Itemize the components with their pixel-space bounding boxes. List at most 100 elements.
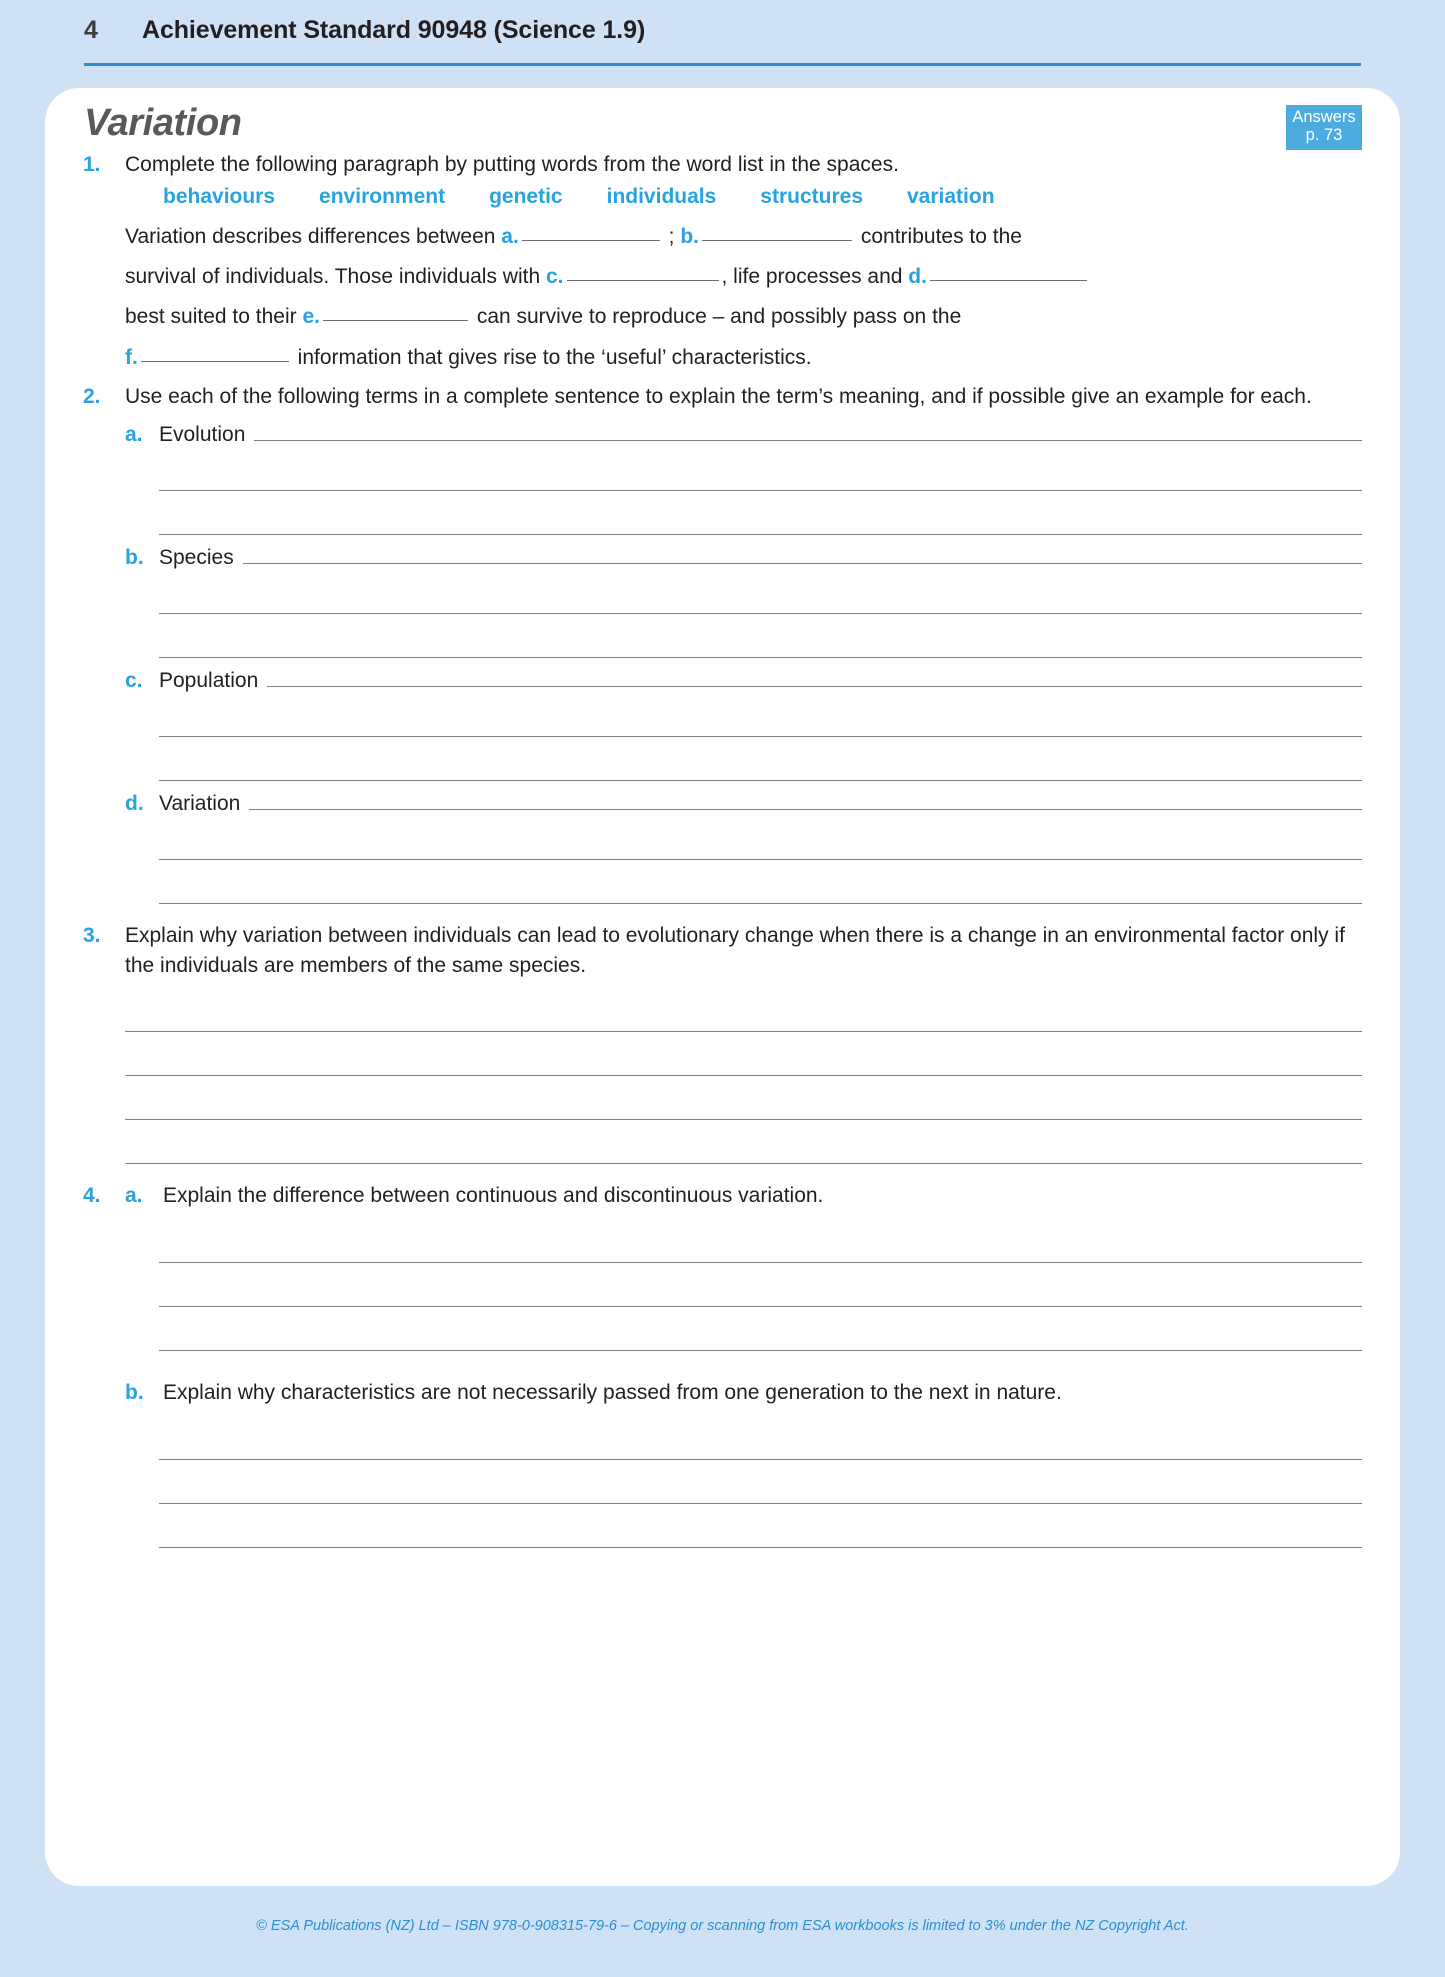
cloze-blank-label-c: c. [546, 265, 564, 289]
answer-line[interactable] [125, 1076, 1362, 1121]
question-3: 3. Explain why variation between individ… [83, 921, 1362, 981]
answer-line[interactable] [159, 860, 1362, 904]
question-2-prompt: Use each of the following terms in a com… [125, 384, 1312, 408]
answer-line[interactable] [159, 693, 1362, 737]
question-4-item-b-letter: b. [125, 1381, 144, 1405]
cloze-text: contributes to the [860, 224, 1022, 248]
question-4-item-a-prompt: Explain the difference between continuou… [163, 1184, 824, 1208]
cloze-blank-a[interactable] [521, 239, 660, 241]
word-list-item: environment [319, 184, 446, 208]
answer-line[interactable] [267, 667, 1362, 687]
subitem-term: Population [159, 668, 259, 692]
word-list-item: genetic [489, 184, 563, 208]
cloze-text: can survive to reproduce – and possibly … [476, 305, 962, 329]
answer-line[interactable] [125, 1032, 1362, 1077]
question-2: 2. Use each of the following terms in a … [83, 382, 1362, 412]
answer-line[interactable] [159, 1460, 1362, 1505]
word-list-item: individuals [606, 184, 717, 208]
subitem-letter: b. [125, 545, 144, 569]
answer-line[interactable] [159, 1263, 1362, 1308]
question-4-number: 4. [83, 1184, 101, 1208]
question-1-number: 1. [83, 152, 101, 176]
answer-line[interactable] [159, 737, 1362, 781]
answer-line[interactable] [242, 544, 1362, 564]
worksheet-panel: Answers p. 73 Variation 1. Complete the … [45, 88, 1400, 1886]
word-list: behaviours environment genetic individua… [83, 185, 1362, 209]
answer-line[interactable] [159, 570, 1362, 614]
answer-line[interactable] [159, 491, 1362, 535]
question-4-item-b: b. Explain why characteristics are not n… [83, 1378, 1362, 1408]
question-1-prompt: Complete the following paragraph by putt… [125, 152, 899, 176]
running-head-rule [84, 63, 1361, 66]
cloze-blank-label-f: f. [125, 345, 138, 369]
subitem-term: Evolution [159, 422, 246, 446]
word-list-item: structures [760, 184, 863, 208]
page-title: Variation [84, 102, 242, 144]
question-2-item-c: c. Population [83, 667, 1362, 781]
answer-line[interactable] [125, 988, 1362, 1033]
subitem-term: Species [159, 545, 234, 569]
answer-line[interactable] [159, 1307, 1362, 1352]
cloze-line-4: f. information that gives rise to the ‘u… [125, 338, 1362, 378]
subitem-letter: c. [125, 668, 143, 692]
running-head-title: Achievement Standard 90948 (Science 1.9) [142, 16, 646, 44]
question-4: 4. a. Explain the difference between con… [83, 1181, 1362, 1211]
question-2-item-a: a. Evolution [83, 421, 1362, 535]
cloze-text: survival of individuals. Those individua… [125, 265, 541, 289]
cloze-blank-d[interactable] [929, 280, 1087, 282]
subitem-term: Variation [159, 791, 241, 815]
answer-line[interactable] [159, 1416, 1362, 1461]
subitem-letter: d. [125, 791, 144, 815]
cloze-line-2: survival of individuals. Those individua… [125, 257, 1362, 297]
cloze-line-1: Variation describes differences between … [125, 217, 1362, 257]
answer-line[interactable] [159, 816, 1362, 860]
cloze-text: ; [668, 224, 675, 248]
answer-line[interactable] [159, 614, 1362, 658]
question-4-item-a-letter: a. [125, 1184, 143, 1208]
answer-line[interactable] [159, 447, 1362, 491]
word-list-item: behaviours [163, 184, 276, 208]
cloze-blank-label-d: d. [908, 265, 927, 289]
question-4-item-b-prompt: Explain why characteristics are not nece… [163, 1381, 1062, 1405]
question-2-item-b: b. Species [83, 544, 1362, 658]
cloze-paragraph: Variation describes differences between … [83, 217, 1362, 378]
question-2-item-d: d. Variation [83, 790, 1362, 904]
subitem-head: b. Species [83, 544, 1362, 570]
cloze-blank-f[interactable] [140, 360, 289, 362]
answer-line[interactable] [254, 421, 1362, 441]
cloze-text: Variation describes differences between [125, 224, 496, 248]
cloze-text: , life processes and [721, 265, 903, 289]
worksheet-content: Variation 1. Complete the following para… [83, 102, 1362, 1549]
cloze-blank-label-a: a. [501, 224, 519, 248]
cloze-blank-e[interactable] [322, 320, 468, 322]
subitem-head: d. Variation [83, 790, 1362, 816]
word-list-item: variation [907, 184, 995, 208]
answer-line[interactable] [125, 1120, 1362, 1165]
cloze-text: information that gives rise to the ‘usef… [297, 345, 812, 369]
subitem-head: c. Population [83, 667, 1362, 693]
question-1: 1. Complete the following paragraph by p… [83, 150, 1362, 180]
question-3-prompt: Explain why variation between individual… [125, 923, 1345, 977]
subitem-letter: a. [125, 422, 143, 446]
page-number: 4 [84, 16, 98, 44]
cloze-blank-label-b: b. [680, 224, 700, 248]
question-2-number: 2. [83, 384, 101, 408]
cloze-blank-c[interactable] [566, 280, 719, 282]
cloze-blank-b[interactable] [702, 239, 853, 241]
cloze-blank-label-e: e. [302, 305, 320, 329]
subitem-head: a. Evolution [83, 421, 1362, 447]
copyright-footer: © ESA Publications (NZ) Ltd – ISBN 978-0… [256, 1918, 1189, 1934]
cloze-line-3: best suited to their e. can survive to r… [125, 297, 1362, 337]
question-3-number: 3. [83, 923, 101, 947]
cloze-text: best suited to their [125, 305, 297, 329]
answer-line[interactable] [159, 1219, 1362, 1264]
running-head: 4 Achievement Standard 90948 (Science 1.… [84, 18, 1361, 66]
answer-line[interactable] [159, 1504, 1362, 1549]
answer-line[interactable] [249, 790, 1362, 810]
